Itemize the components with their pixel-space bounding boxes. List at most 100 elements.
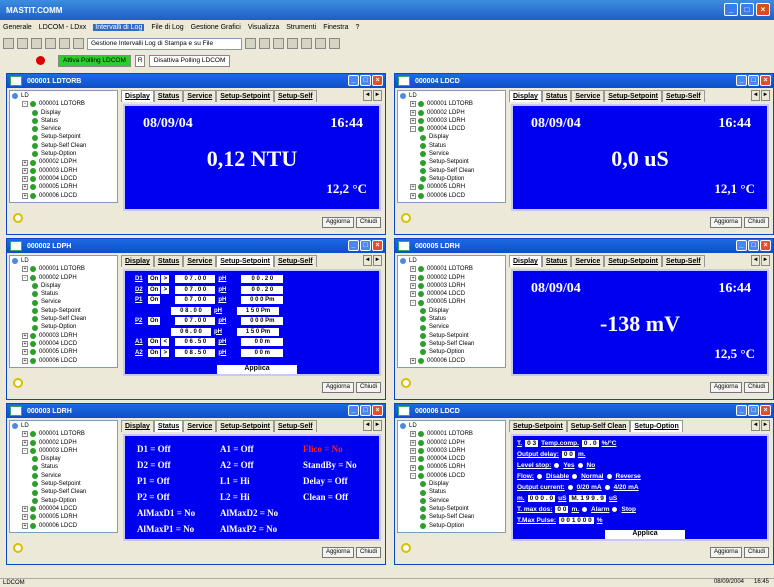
- setpoint-value[interactable]: 0 8 . 5 0: [175, 348, 216, 357]
- tree-expander-icon[interactable]: +: [22, 439, 28, 446]
- tree-item[interactable]: - 000002 LDPH: [12, 274, 115, 282]
- menu-item[interactable]: ?: [355, 24, 359, 31]
- tab-scroll-left-icon[interactable]: ◄: [363, 90, 372, 101]
- tab-service[interactable]: Service: [183, 255, 217, 267]
- tree-expander-icon[interactable]: +: [22, 514, 28, 521]
- tree-item[interactable]: Status: [12, 117, 115, 125]
- setpoint-value[interactable]: 0 7 . 0 0: [175, 317, 216, 325]
- tree-item[interactable]: Service: [12, 125, 115, 133]
- tree-item[interactable]: Display: [400, 307, 503, 315]
- tab-scroll-right-icon[interactable]: ►: [761, 90, 770, 101]
- tab-setup-setpoint[interactable]: Setup-Setpoint: [604, 255, 663, 267]
- tree-item[interactable]: +000005 LDRH: [12, 183, 115, 191]
- setpoint-value[interactable]: 0 7 . 0 0: [175, 275, 216, 283]
- tree-expander-icon[interactable]: +: [22, 176, 28, 183]
- tree-item[interactable]: +000001 LDTORB: [12, 430, 115, 438]
- toolbar-button-11[interactable]: [301, 38, 312, 49]
- start-polling-button[interactable]: Attiva Polling LDCOM: [58, 55, 131, 67]
- tab-scroll-right-icon[interactable]: ►: [761, 255, 770, 266]
- tab-display[interactable]: Display: [509, 255, 542, 267]
- tree-item[interactable]: +000004 LDCD: [12, 340, 115, 348]
- tree-item[interactable]: Setup-Self Clean: [400, 340, 503, 348]
- setpoint-compare[interactable]: >: [161, 348, 170, 357]
- tree-item[interactable]: +000006 LDCD: [12, 522, 115, 530]
- refresh-button[interactable]: Aggiorna: [321, 217, 354, 228]
- setpoint-compare[interactable]: <: [161, 338, 170, 346]
- tree-item[interactable]: +000002 LDPH: [400, 274, 503, 282]
- setpoint-time[interactable]: 0 0 . 2 0: [241, 275, 284, 283]
- toolbar-button-13[interactable]: [329, 38, 340, 49]
- tree-item[interactable]: Status: [400, 488, 503, 496]
- tab-scroll-left-icon[interactable]: ◄: [363, 420, 372, 431]
- option-value[interactable]: 0 0 0 . 0: [527, 495, 556, 502]
- option-extra[interactable]: Disable: [546, 473, 569, 480]
- toolbar-button-2[interactable]: [17, 38, 28, 49]
- tree-item[interactable]: +000004 LDCD: [12, 175, 115, 183]
- window-maximize-button[interactable]: □: [360, 240, 371, 251]
- option-extra[interactable]: uS: [558, 495, 566, 502]
- tab-scroll-right-icon[interactable]: ►: [761, 420, 770, 431]
- tab-setup-setpoint[interactable]: Setup-Setpoint: [604, 90, 663, 102]
- tree-item[interactable]: Setup-Option: [12, 150, 115, 158]
- tree-item[interactable]: Setup-Option: [400, 348, 503, 356]
- tree-expander-icon[interactable]: -: [22, 448, 28, 455]
- window-minimize-button[interactable]: _: [736, 75, 747, 86]
- tab-scroll-left-icon[interactable]: ◄: [751, 420, 760, 431]
- tree-item[interactable]: Setup-Self Clean: [12, 488, 115, 496]
- minimize-button[interactable]: _: [724, 3, 738, 16]
- tab-setup-self[interactable]: Setup-Self: [274, 90, 317, 102]
- window-close-button[interactable]: ×: [760, 405, 771, 416]
- tree-expander-icon[interactable]: +: [410, 192, 416, 199]
- tree-item[interactable]: Setup-Setpoint: [400, 158, 503, 166]
- tree-item[interactable]: +000005 LDRH: [400, 463, 503, 471]
- tree-item[interactable]: Setup-Setpoint: [400, 505, 503, 513]
- tree-item[interactable]: Setup-Self Clean: [12, 142, 115, 150]
- tree-item[interactable]: - 000006 LDCD: [400, 472, 503, 480]
- window-minimize-button[interactable]: _: [736, 240, 747, 251]
- stop-polling-button[interactable]: Disattiva Polling LDCOM: [148, 55, 231, 67]
- menu-item[interactable]: Visualizza: [248, 24, 279, 31]
- tree-item[interactable]: Setup-Option: [400, 175, 503, 183]
- setpoint-value[interactable]: 0 6 . 5 0: [175, 338, 216, 346]
- tree-item[interactable]: Status: [400, 142, 503, 150]
- option-value2[interactable]: No: [587, 462, 596, 469]
- setpoint-time[interactable]: 1 5 0 Pm: [237, 306, 279, 315]
- setpoint-compare[interactable]: >: [161, 275, 170, 283]
- toolbar-button-5[interactable]: [59, 38, 70, 49]
- setpoint-value[interactable]: 0 6 . 0 0: [171, 327, 211, 336]
- setpoint-value[interactable]: 0 8 . 0 0: [171, 306, 211, 315]
- tree-expander-icon[interactable]: +: [22, 431, 28, 438]
- tree-item[interactable]: Setup-Self Clean: [400, 513, 503, 521]
- radio-icon[interactable]: [606, 474, 612, 479]
- window-minimize-button[interactable]: _: [348, 240, 359, 251]
- toolbar-button-6[interactable]: [73, 38, 84, 49]
- tab-scroll-right-icon[interactable]: ►: [373, 90, 382, 101]
- radio-icon[interactable]: [612, 507, 618, 512]
- tree-item[interactable]: +000003 LDRH: [400, 447, 503, 455]
- setpoint-mode[interactable]: On: [148, 296, 161, 304]
- tab-display[interactable]: Display: [509, 90, 542, 102]
- tree-item[interactable]: Display: [12, 455, 115, 463]
- tree-item[interactable]: Service: [400, 497, 503, 505]
- tree-item[interactable]: Status: [12, 290, 115, 298]
- tree-expander-icon[interactable]: +: [22, 357, 28, 364]
- option-value2[interactable]: M. 1 9 9 . 9: [569, 495, 606, 502]
- tree-item[interactable]: Setup-Setpoint: [12, 480, 115, 488]
- refresh-button[interactable]: Aggiorna: [709, 547, 742, 558]
- setpoint-compare[interactable]: >: [161, 285, 170, 294]
- tree-item[interactable]: +000002 LDPH: [12, 158, 115, 166]
- tree-expander-icon[interactable]: +: [22, 159, 28, 166]
- tree-item[interactable]: +000002 LDPH: [12, 439, 115, 447]
- apply-button[interactable]: Applica: [217, 365, 297, 374]
- tree-item[interactable]: +000003 LDRH: [400, 117, 503, 125]
- menu-item[interactable]: Finestra: [323, 24, 348, 31]
- tree-item[interactable]: Setup-Option: [12, 323, 115, 331]
- tree-item[interactable]: Setup-Self Clean: [12, 315, 115, 323]
- option-extra[interactable]: Temp.comp.: [541, 440, 579, 447]
- toolbar-button-3[interactable]: [31, 38, 42, 49]
- radio-icon[interactable]: [554, 463, 560, 468]
- tree-expander-icon[interactable]: +: [22, 341, 28, 348]
- window-close-button[interactable]: ×: [760, 75, 771, 86]
- setpoint-mode[interactable]: On: [148, 285, 161, 294]
- window-maximize-button[interactable]: □: [360, 75, 371, 86]
